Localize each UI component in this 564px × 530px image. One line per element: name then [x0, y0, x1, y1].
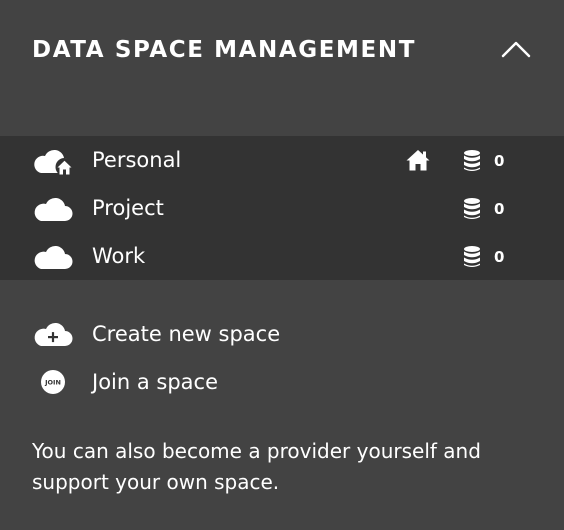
join-space-button[interactable]: JOIN Join a space	[0, 358, 564, 406]
database-icon	[462, 197, 482, 221]
provider-count: 0	[494, 248, 505, 266]
home-icon	[405, 148, 431, 172]
provider-count: 0	[494, 152, 505, 170]
space-name: Personal	[92, 148, 182, 172]
panel-header: DATA SPACE MANAGEMENT	[0, 0, 564, 100]
cloud-plus-icon	[32, 319, 76, 349]
space-item-project[interactable]: Project 0	[0, 184, 564, 232]
space-name: Work	[92, 244, 146, 268]
join-icon: JOIN	[32, 367, 76, 397]
provider-count: 0	[494, 200, 505, 218]
data-space-management-panel: DATA SPACE MANAGEMENT Personal 0 Project…	[0, 0, 564, 530]
space-name: Project	[92, 196, 164, 220]
cloud-icon	[32, 242, 76, 272]
panel-title: DATA SPACE MANAGEMENT	[32, 37, 416, 63]
space-actions: Create new space JOIN Join a space	[0, 310, 564, 406]
database-icon	[462, 245, 482, 269]
create-space-button[interactable]: Create new space	[0, 310, 564, 358]
space-item-work[interactable]: Work 0	[0, 232, 564, 280]
cloud-icon	[32, 194, 76, 224]
join-space-label: Join a space	[92, 370, 219, 394]
create-space-label: Create new space	[92, 322, 281, 346]
space-list: Personal 0 Project 0 Work 0	[0, 136, 564, 280]
database-icon	[462, 149, 482, 173]
cloud-home-icon	[32, 146, 76, 176]
join-badge-text: JOIN	[44, 379, 61, 387]
chevron-up-icon[interactable]	[500, 36, 532, 64]
provider-note: You can also become a provider yourself …	[32, 439, 481, 494]
space-item-personal[interactable]: Personal 0	[0, 136, 564, 184]
